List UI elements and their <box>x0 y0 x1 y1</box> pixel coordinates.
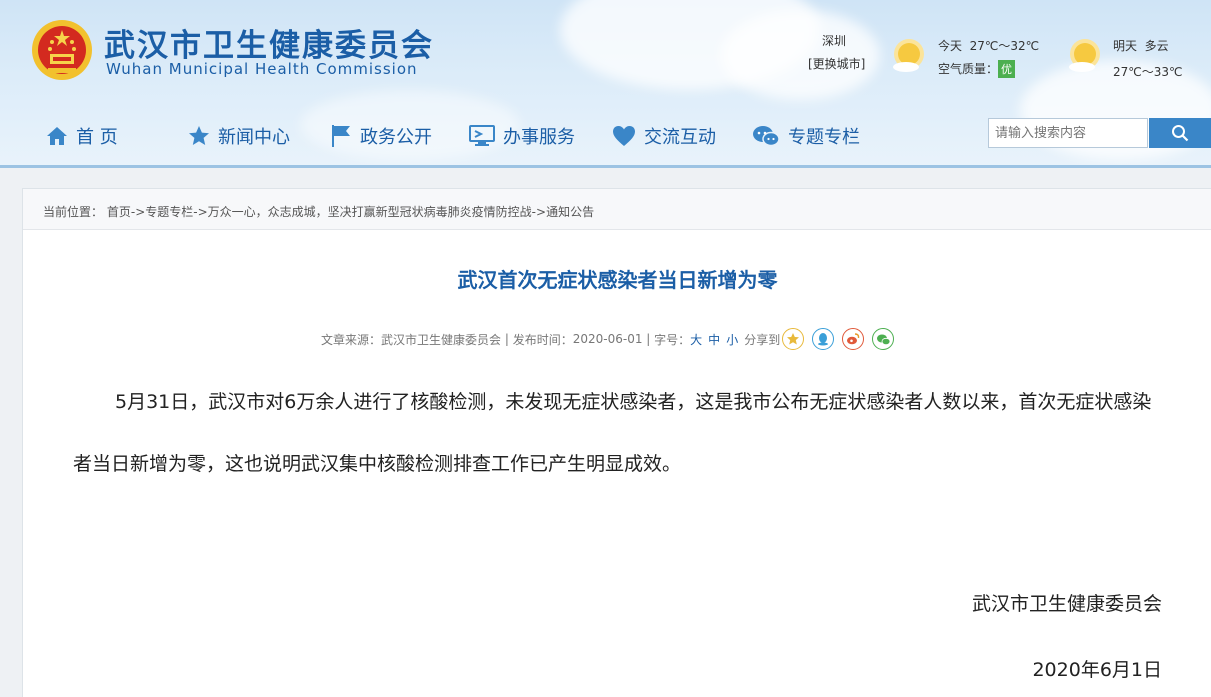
weather-today: 今天 27℃～32℃ <box>938 37 1039 54</box>
nav-label: 办事服务 <box>503 127 575 148</box>
site-title[interactable]: 武汉市卫生健康委员会 <box>104 20 434 65</box>
article-signature: 武汉市卫生健康委员会 <box>971 593 1162 615</box>
nav-label: 首 页 <box>76 127 118 148</box>
nav-label: 政务公开 <box>360 127 432 148</box>
air-quality-badge: 优 <box>998 60 1016 78</box>
sunny-icon <box>893 39 924 72</box>
weather-tomorrow-condition: 多云 <box>1144 39 1169 53</box>
article-panel: 当前位置： 首页->专题专栏->万众一心，众志成城，坚决打赢新型冠状病毒肺炎疫情… <box>22 188 1211 697</box>
share-label: 分享到 <box>744 332 781 347</box>
breadcrumb-link-home[interactable]: 首页 <box>107 205 131 219</box>
nav-item-topics[interactable]: 专题专栏 <box>752 121 860 151</box>
nav-item-government[interactable]: 政务公开 <box>330 121 432 151</box>
breadcrumb-separator: -> <box>130 205 146 219</box>
home-icon <box>47 127 67 145</box>
date-label: 发布时间： <box>512 332 573 347</box>
article-date: 2020-06-01 <box>572 332 643 346</box>
fontsize-medium-button[interactable]: 中 <box>708 331 720 348</box>
air-quality-label: 空气质量： <box>938 62 999 76</box>
weather-tomorrow: 明天 多云 <box>1113 37 1169 54</box>
star-icon <box>189 126 209 145</box>
weather-today-label: 今天 <box>938 39 963 53</box>
nav-label: 专题专栏 <box>788 127 860 148</box>
monitor-icon <box>469 125 495 146</box>
weather-city: 深圳 <box>822 34 847 48</box>
header-divider <box>0 165 1211 168</box>
site-subtitle: Wuhan Municipal Health Commission <box>106 60 418 78</box>
breadcrumb-bar: 当前位置： 首页->专题专栏->万众一心，众志成城，坚决打赢新型冠状病毒肺炎疫情… <box>23 189 1211 230</box>
article-source: 武汉市卫生健康委员会 <box>381 332 502 347</box>
qq-icon[interactable] <box>812 328 835 350</box>
national-emblem-icon[interactable] <box>30 18 94 82</box>
article-title: 武汉首次无症状感染者当日新增为零 <box>457 268 778 292</box>
nav-item-home[interactable]: 首 页 <box>46 121 118 151</box>
nav-item-services[interactable]: 办事服务 <box>469 121 575 151</box>
nav-label: 新闻中心 <box>218 127 290 148</box>
breadcrumb-link-notices[interactable]: 通知公告 <box>546 205 594 219</box>
fontsize-small-button[interactable]: 小 <box>726 331 738 348</box>
nav-item-news[interactable]: 新闻中心 <box>188 121 290 151</box>
air-quality: 空气质量：优 <box>938 60 1016 78</box>
article-meta: 文章来源： 武汉市卫生健康委员会 | 发布时间： 2020-06-01 | 字号… <box>321 328 895 350</box>
article-sign-date: 2020年6月1日 <box>1032 659 1162 681</box>
breadcrumb-prefix: 当前位置： <box>43 205 104 219</box>
sunny-icon <box>1069 39 1100 72</box>
breadcrumb-separator: -> <box>531 205 547 219</box>
heart-icon <box>613 126 635 146</box>
search-button[interactable] <box>1149 118 1211 148</box>
source-label: 文章来源： <box>321 332 382 347</box>
weather-today-temp: 27℃～32℃ <box>969 39 1040 53</box>
breadcrumb-separator: -> <box>193 205 208 219</box>
site-header: 武汉市卫生健康委员会 Wuhan Municipal Health Commis… <box>0 0 1211 168</box>
change-city-link[interactable]: [更换城市] <box>808 55 865 72</box>
search-input[interactable] <box>988 118 1148 148</box>
qzone-icon[interactable] <box>782 328 805 350</box>
article-body: 5月31日，武汉市对6万余人进行了核酸检测，未发现无症状感染者，这是我市公布无症… <box>73 391 1152 475</box>
flag-icon <box>332 125 350 147</box>
breadcrumb-link-topics[interactable]: 专题专栏 <box>145 205 193 219</box>
chat-icon <box>753 126 780 147</box>
fontsize-large-button[interactable]: 大 <box>690 331 702 348</box>
breadcrumb-link-covid[interactable]: 万众一心，众志成城，坚决打赢新型冠状病毒肺炎疫情防控战 <box>208 205 532 219</box>
search-icon <box>1172 125 1189 142</box>
wechat-icon[interactable] <box>872 328 895 350</box>
fontsize-label: 字号： <box>654 332 691 347</box>
weibo-icon[interactable] <box>842 328 865 350</box>
weather-tomorrow-temp: 27℃～33℃ <box>1113 65 1183 79</box>
nav-label: 交流互动 <box>644 127 716 148</box>
nav-item-interaction[interactable]: 交流互动 <box>612 121 716 151</box>
weather-tomorrow-label: 明天 <box>1113 39 1138 53</box>
breadcrumb: 当前位置： 首页->专题专栏->万众一心，众志成城，坚决打赢新型冠状病毒肺炎疫情… <box>43 203 594 220</box>
